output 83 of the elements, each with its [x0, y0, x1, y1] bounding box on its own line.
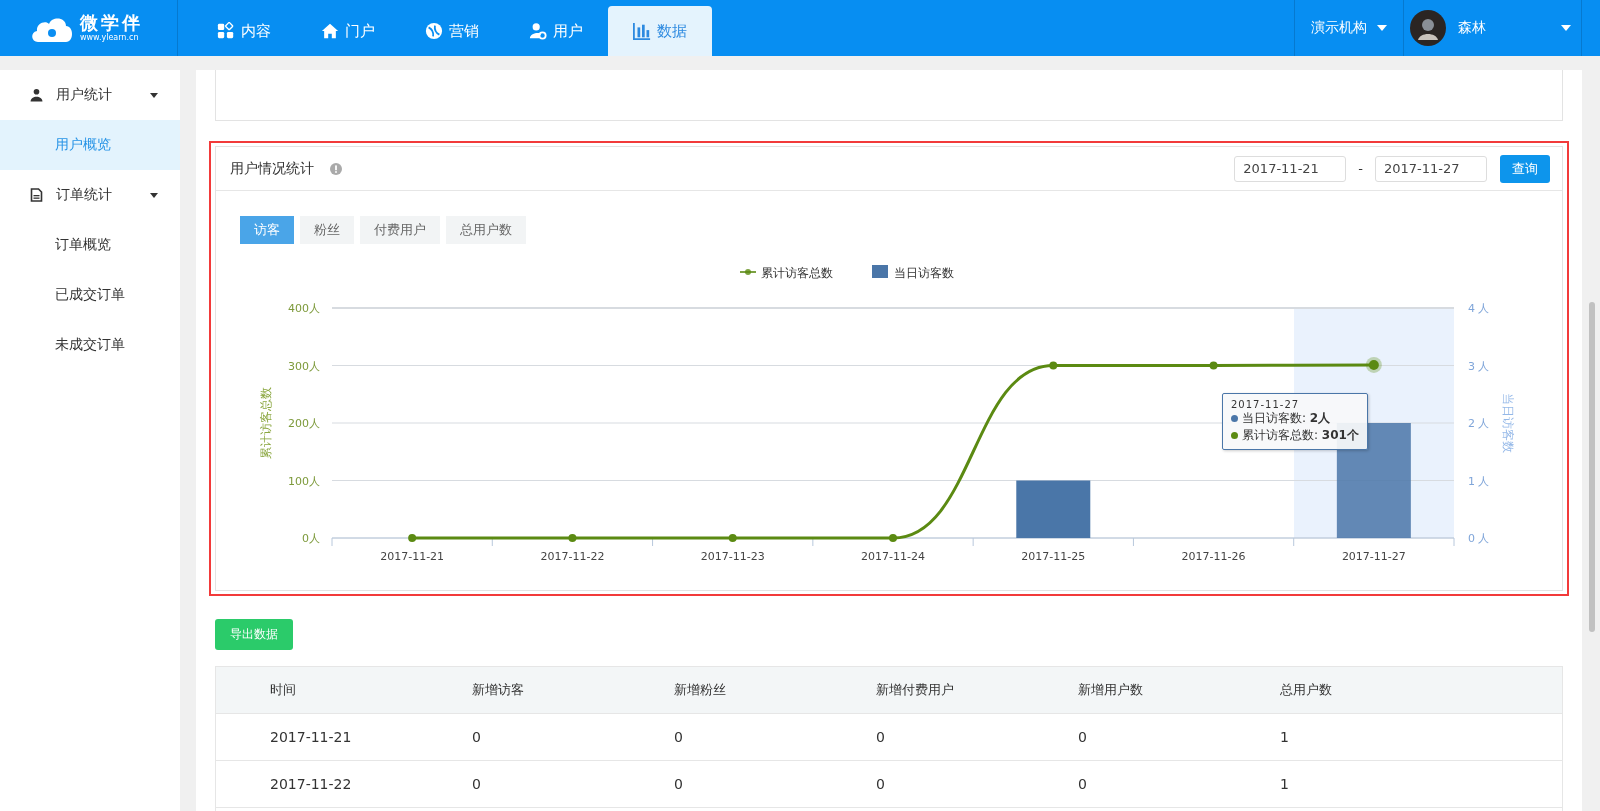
brand-url: www.ylearn.cn	[80, 33, 140, 43]
y-axis-label: 3 人	[1468, 359, 1490, 373]
column-header: 总用户数	[1280, 681, 1333, 699]
data-point[interactable]	[1209, 361, 1218, 370]
nav-tab[interactable]: 营销	[400, 6, 504, 56]
sidebar-item[interactable]: 订单概览	[0, 220, 180, 270]
tooltip-text: 累计访客总数: 301个	[1242, 427, 1359, 444]
table-cell-text: 2017-11-21	[270, 729, 353, 745]
x-axis-label: 2017-11-23	[700, 550, 765, 563]
table-cell-text: 1	[1280, 776, 1290, 792]
user-gear-icon	[529, 22, 547, 40]
y-axis-label: 0人	[302, 532, 320, 545]
sidebar-item[interactable]: 用户概览	[0, 120, 180, 170]
sidebar-item[interactable]: 已成交订单	[0, 270, 180, 320]
column-header: 新增付费用户	[876, 681, 955, 699]
x-axis-label: 2017-11-21	[380, 550, 445, 563]
chart-tab[interactable]: 粉丝	[300, 216, 354, 244]
panel-title: 用户情况统计	[230, 159, 314, 178]
legend-label: 累计访客总数	[761, 266, 833, 280]
table-cell-text: 0	[876, 729, 886, 745]
tooltip-title: 2017-11-27	[1231, 399, 1301, 410]
y-axis-title: 累计访客总数	[259, 387, 273, 459]
y-axis-title: 当日访客数	[1501, 393, 1515, 453]
line-legend-item[interactable]: 累计访客总数	[739, 266, 833, 280]
table-cell-text: 0	[1078, 776, 1088, 792]
y-axis-label: 300人	[288, 359, 320, 373]
brand-name: 微学伴	[80, 13, 143, 33]
data-point[interactable]	[1365, 356, 1382, 373]
table-cell-text: 0	[674, 729, 684, 745]
x-axis-label: 2017-11-27	[1341, 550, 1406, 563]
nav-tab[interactable]: 门户	[296, 6, 400, 56]
org-dropdown[interactable]: 演示机构	[1294, 0, 1404, 56]
y-axis-label: 0 人	[1468, 532, 1490, 545]
bar-chart-icon	[633, 22, 651, 40]
table-cell-text: 0	[472, 729, 482, 745]
user-menu[interactable]: 森林	[1404, 0, 1582, 56]
date-separator: -	[1358, 161, 1364, 176]
y-axis-label: 4 人	[1468, 302, 1490, 315]
data-point[interactable]	[728, 534, 737, 542]
sidebar-item[interactable]: 未成交订单	[0, 320, 180, 370]
nav-tab[interactable]: 用户	[504, 6, 608, 56]
nav-tab[interactable]: 数据	[608, 6, 712, 56]
table-cell-text: 0	[472, 776, 482, 792]
y-axis-label: 400人	[288, 302, 320, 315]
y-axis-label: 2 人	[1468, 417, 1490, 430]
y-axis-label: 200人	[288, 417, 320, 430]
x-axis-label: 2017-11-24	[861, 550, 925, 563]
document-icon	[30, 188, 43, 202]
start-date-field[interactable]: 2017-11-21	[1234, 155, 1347, 182]
table-cell-text: 0	[876, 776, 886, 792]
end-date-field[interactable]: 2017-11-27	[1375, 155, 1488, 182]
bar-legend-item[interactable]: 当日访客数	[872, 265, 954, 280]
person-icon	[30, 88, 43, 102]
sidebar-group[interactable]: 用户统计	[0, 70, 180, 120]
query-button[interactable]: 查询	[1500, 154, 1551, 183]
column-header: 新增访客	[472, 681, 525, 699]
data-point[interactable]	[1049, 361, 1058, 370]
nav-tab[interactable]: 内容	[192, 6, 296, 56]
table-cell-text: 0	[1078, 729, 1088, 745]
table-cell-text: 1	[1280, 729, 1290, 745]
x-axis-label: 2017-11-26	[1181, 550, 1246, 563]
info-icon	[330, 162, 342, 175]
data-point[interactable]	[889, 534, 897, 542]
table-cell-text: 0	[674, 776, 684, 792]
chart-tab[interactable]: 付费用户	[360, 216, 440, 244]
y-axis-label: 1 人	[1468, 474, 1490, 488]
swirl-icon	[425, 22, 443, 40]
x-axis-label: 2017-11-25	[1021, 550, 1086, 563]
home-icon	[321, 22, 339, 40]
data-point[interactable]	[568, 534, 577, 542]
data-point[interactable]	[408, 534, 417, 542]
chart-tab[interactable]: 总用户数	[446, 216, 526, 244]
column-header: 新增用户数	[1078, 681, 1144, 699]
x-axis-label: 2017-11-22	[540, 550, 605, 563]
sidebar-group[interactable]: 订单统计	[0, 170, 180, 220]
legend-label: 当日访客数	[894, 266, 954, 280]
blocks-icon	[217, 22, 235, 40]
tooltip-text: 当日访客数: 2人	[1242, 410, 1331, 427]
column-header: 时间	[270, 681, 297, 699]
avatar-icon	[1410, 10, 1446, 46]
table-cell-text: 2017-11-22	[270, 776, 353, 792]
y-axis-label: 100人	[288, 474, 320, 488]
column-header: 新增粉丝	[674, 681, 727, 699]
